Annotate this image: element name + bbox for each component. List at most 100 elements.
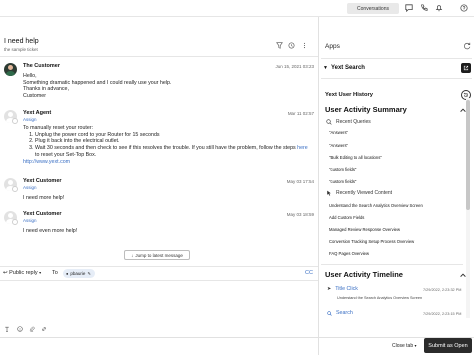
step-text-tail: to reset your Set-Top Box. — [35, 151, 97, 158]
channel-badge-icon — [12, 219, 18, 225]
timeline-time: 7/29/2022, 2:23:15 PM — [423, 312, 462, 316]
content-item[interactable]: FAQ Pages Overview — [329, 251, 369, 256]
person-icon: ● — [66, 271, 69, 276]
bottom-divider — [0, 337, 474, 338]
top-bar: Conversations — [0, 0, 474, 17]
list-item: Unplug the power cord to your Router for… — [35, 132, 313, 139]
cursor-icon — [327, 190, 331, 196]
timeline-item[interactable]: Search — [327, 310, 353, 316]
arrow-down-icon: ↓ — [131, 252, 134, 258]
message-author: Yext Customer — [23, 211, 62, 217]
text-format-icon[interactable] — [3, 325, 10, 332]
message-line: Thanks in advance, — [23, 86, 69, 93]
scrollbar-thumb[interactable] — [466, 100, 470, 210]
message-time: May 03 17:54 — [286, 179, 314, 184]
app-header-yext-search[interactable]: ▼ Yext Search — [323, 65, 365, 71]
message-author: Yext Agent — [23, 110, 52, 116]
steps-list: Unplug the power cord to your Router for… — [23, 132, 313, 159]
chat-icon[interactable] — [404, 3, 414, 13]
message-time: Jun 15, 2021 03:23 — [275, 64, 314, 69]
timeline-time: 7/29/2022, 2:23:32 PM — [423, 288, 462, 292]
message-line: Something dramatic happened and I could … — [23, 79, 172, 86]
query-item[interactable]: "Answers" — [329, 130, 348, 135]
assign-link[interactable]: Assign — [23, 117, 37, 122]
message-item: The Customer Jun 15, 2021 03:23 Hello, S… — [4, 63, 314, 103]
timeline-subtext: Understand the Search Analytics Overview… — [337, 296, 423, 300]
close-tab-dropdown[interactable]: Close tab ▾ — [392, 343, 417, 349]
assign-link[interactable]: Assign — [23, 218, 37, 223]
panel-divider — [318, 17, 319, 355]
chevron-up-icon[interactable] — [459, 106, 467, 114]
cc-button[interactable]: CC — [305, 270, 313, 276]
query-item[interactable]: "custom fields" — [329, 167, 356, 172]
link-icon[interactable] — [40, 325, 47, 332]
filter-icon[interactable] — [275, 41, 284, 50]
recently-viewed-header: Recently Viewed Content — [326, 190, 392, 196]
recipient-name: pbaurie — [70, 271, 86, 276]
reply-mode-dropdown[interactable]: ↩ Public reply ▾ — [3, 270, 41, 276]
apps-title: Apps — [325, 43, 340, 50]
message-line: To manually reset your router: — [23, 125, 94, 131]
ticket-subtitle: the sample ticket — [4, 47, 38, 52]
list-item: Wait 30 seconds and then check to see if… — [35, 145, 313, 158]
phone-icon[interactable] — [419, 3, 429, 13]
content-item[interactable]: Add Custom Fields — [329, 215, 364, 220]
conversations-button[interactable]: Conversations — [347, 3, 399, 14]
jump-to-latest-button[interactable]: ↓ Jump to latest message — [124, 250, 190, 260]
content-item[interactable]: Understand the Search Analytics Overview… — [329, 203, 423, 208]
recipient-chip[interactable]: ● pbaurie ✎ — [63, 269, 95, 278]
to-label: To — [52, 270, 58, 276]
message-author: Yext Customer — [23, 178, 62, 184]
timeline-item[interactable]: ➤ Title Click — [327, 286, 358, 292]
attachment-icon[interactable] — [28, 325, 35, 332]
channel-badge-icon — [12, 118, 18, 124]
yext-link[interactable]: http://www.yext.com — [23, 159, 313, 166]
chevron-down-icon: ▼ — [323, 65, 328, 71]
message-line: Hello, — [23, 73, 37, 79]
app-name: Yext Search — [330, 65, 365, 71]
header-divider — [0, 56, 318, 57]
jump-label: Jump to latest message — [135, 252, 183, 258]
recent-queries-label: Recent Queries — [336, 119, 371, 125]
message-time: May 03 18:59 — [286, 212, 314, 217]
app-divider — [321, 78, 472, 79]
bell-icon[interactable] — [434, 3, 444, 13]
chevron-up-icon[interactable] — [459, 271, 467, 279]
chevron-down-icon: ▾ — [414, 343, 417, 348]
message-time: Mar 11 02:57 — [287, 111, 314, 116]
section-divider — [321, 264, 463, 265]
reply-textarea[interactable] — [0, 281, 318, 323]
reply-arrow-icon: ↩ — [3, 270, 8, 276]
query-item[interactable]: "Answers" — [329, 143, 348, 148]
here-link[interactable]: here — [297, 145, 308, 151]
help-icon[interactable] — [459, 3, 469, 13]
external-link-icon[interactable] — [461, 63, 471, 73]
content-item[interactable]: Managed Review Response Overview — [329, 227, 400, 232]
ticket-title: I need help — [4, 38, 39, 45]
query-item[interactable]: "custom fields" — [329, 179, 356, 184]
more-options-icon[interactable] — [300, 41, 309, 50]
emoji-icon[interactable] — [16, 325, 23, 332]
search-icon — [326, 119, 332, 125]
content-item[interactable]: Conversion Tracking Setup Process Overvi… — [329, 239, 414, 244]
recently-viewed-label: Recently Viewed Content — [336, 190, 393, 196]
submit-button[interactable]: Submit as Open — [424, 338, 472, 353]
step-text: Wait 30 seconds and then check to see if… — [35, 145, 296, 152]
message-item: Yext Customer Assign May 03 17:54 I need… — [4, 178, 314, 204]
message-body: I need more help! — [23, 195, 65, 201]
cursor-icon: ➤ — [327, 286, 332, 292]
reply-divider — [0, 266, 318, 267]
history-icon[interactable] — [287, 41, 296, 50]
query-item[interactable]: "Bulk Editing to all locations" — [329, 155, 382, 160]
channel-badge-icon — [12, 186, 18, 192]
list-item: Plug it back into the electrical outlet. — [35, 138, 313, 145]
assign-link[interactable]: Assign — [23, 185, 37, 190]
message-author: The Customer — [23, 63, 60, 69]
chevron-down-icon: ▾ — [39, 270, 42, 275]
message-body: I need even more help! — [23, 228, 78, 234]
timeline-label: Title Click — [335, 286, 358, 292]
edit-icon[interactable]: ✎ — [87, 271, 90, 276]
message-body: To manually reset your router: Unplug th… — [23, 125, 313, 165]
refresh-icon[interactable] — [463, 42, 471, 50]
avatar — [4, 63, 17, 76]
